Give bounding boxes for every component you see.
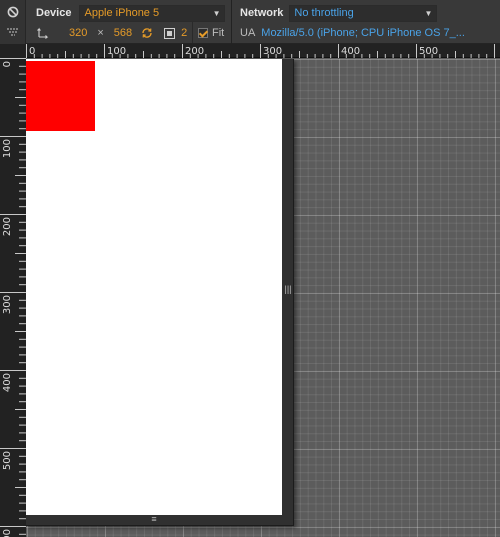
- ruler-left-label: 400: [2, 373, 13, 392]
- toolbar-divider-2: [192, 22, 193, 43]
- ruler-left-label: 600: [2, 529, 13, 537]
- device-select-value: Apple iPhone 5: [84, 6, 160, 19]
- device-label: Device: [36, 7, 72, 19]
- ruler-top-label: 400: [341, 46, 360, 57]
- device-viewport[interactable]: [26, 59, 282, 515]
- ruler-top-label: 100: [107, 46, 126, 57]
- device-pixel-ratio-icon: [164, 27, 176, 39]
- network-select-value: No throttling: [294, 6, 354, 19]
- ruler-left-label: 100: [2, 139, 13, 158]
- swap-dimensions-icon[interactable]: [37, 27, 51, 39]
- ruler-left-label: 300: [2, 295, 13, 314]
- dimensions-row: 320 × 568 2: [37, 23, 187, 43]
- height-value[interactable]: 568: [114, 27, 132, 39]
- ruler-left-label: 500: [2, 451, 13, 470]
- resize-handle-bottom[interactable]: ≡: [146, 514, 162, 524]
- rotate-icon[interactable]: [141, 27, 155, 39]
- fit-row: Fit: [198, 23, 224, 43]
- ruler-top-label: 500: [419, 46, 438, 57]
- ruler-left-ticks: 0 100 200 300 400 500 600: [0, 58, 26, 537]
- chevron-down-icon: ▼: [424, 8, 433, 18]
- ruler-left-label: 0: [2, 61, 13, 67]
- dpr-value[interactable]: 2: [181, 27, 187, 39]
- fit-checkbox[interactable]: [198, 28, 208, 38]
- no-entry-icon[interactable]: [5, 4, 21, 20]
- ruler-top-label: 200: [185, 46, 204, 57]
- toolbar-left-tools: [0, 0, 26, 44]
- ruler-top: 0 100 200 300 400 500: [26, 44, 500, 58]
- fit-label: Fit: [212, 27, 225, 39]
- ruler-corner: [0, 44, 26, 58]
- network-row: Network No throttling ▼: [240, 3, 438, 23]
- red-box: [26, 61, 95, 131]
- ua-value[interactable]: Mozilla/5.0 (iPhone; CPU iPhone OS 7_...: [261, 27, 465, 39]
- width-value[interactable]: 320: [69, 27, 87, 39]
- device-emulation-toolbar: Device Apple iPhone 5 ▼ Network No throt…: [0, 0, 500, 44]
- ua-row: UA Mozilla/5.0 (iPhone; CPU iPhone OS 7_…: [240, 23, 465, 43]
- ruler-top-label: 0: [29, 46, 35, 57]
- ruler-left-label: 200: [2, 217, 13, 236]
- device-row: Device Apple iPhone 5 ▼: [36, 3, 226, 23]
- device-select[interactable]: Apple iPhone 5 ▼: [79, 4, 226, 22]
- ruler-left: 0 100 200 300 400 500 600: [0, 58, 26, 537]
- resize-handle-right[interactable]: |||: [284, 282, 292, 296]
- dimension-separator: ×: [97, 27, 104, 39]
- chevron-down-icon: ▼: [212, 8, 221, 18]
- media-queries-icon[interactable]: [5, 24, 21, 40]
- toolbar-divider: [231, 0, 232, 44]
- network-select[interactable]: No throttling ▼: [289, 4, 438, 22]
- ruler-top-ticks: 0 100 200 300 400 500: [26, 44, 495, 58]
- ruler-top-label: 300: [263, 46, 282, 57]
- network-label: Network: [240, 7, 284, 19]
- ua-label: UA: [240, 27, 256, 39]
